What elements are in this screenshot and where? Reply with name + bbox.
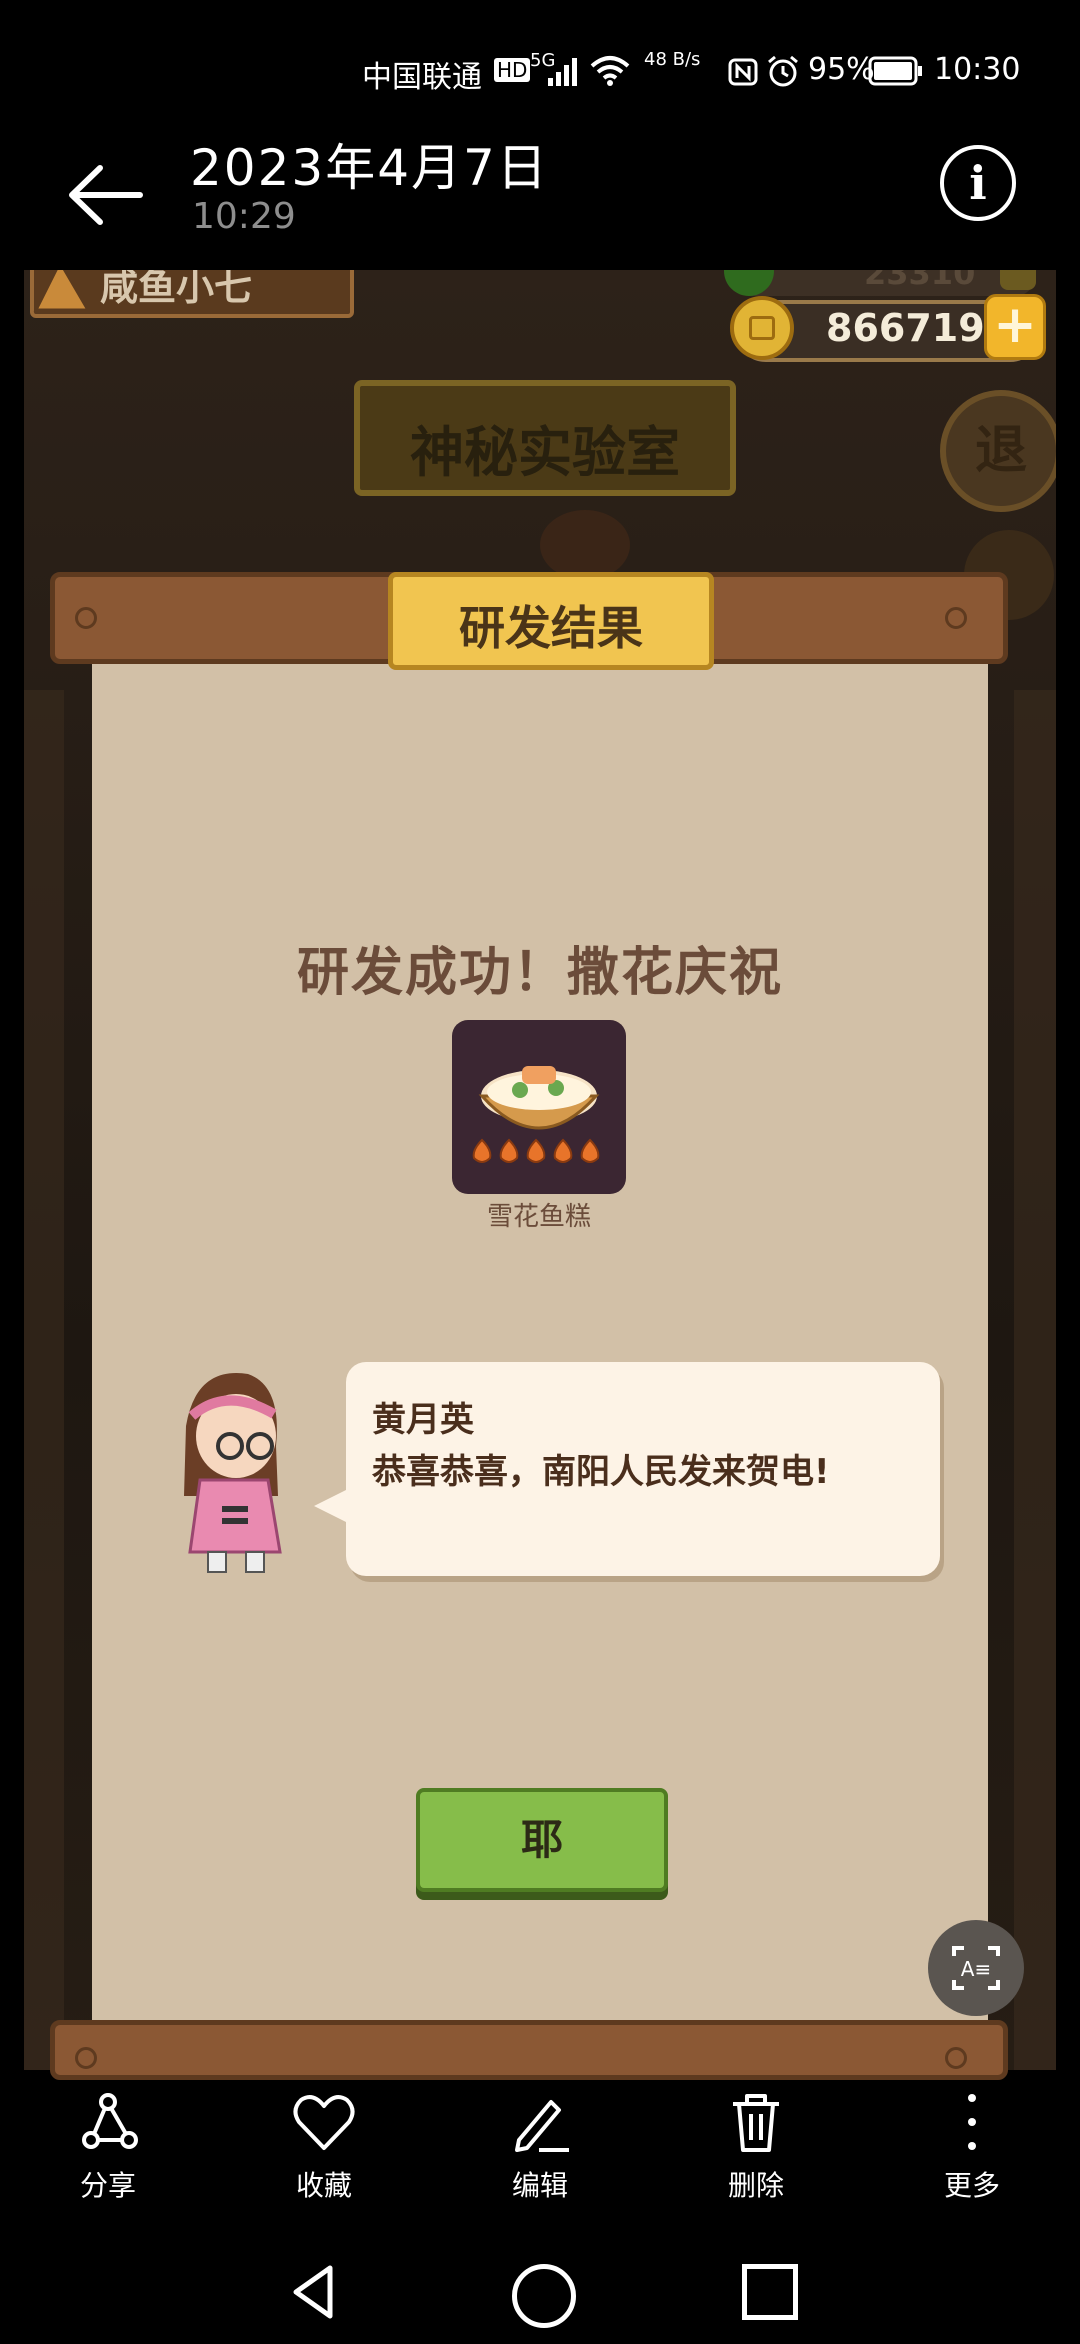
nail-icon [75,607,97,629]
battery-percent: 95% [808,52,875,87]
speaker-name: 黄月英 [372,1400,474,1440]
gem-value: 23310 [864,270,976,292]
share-label: 分享 [79,2169,136,2202]
gem-add-icon [1000,270,1036,290]
flame-icon [580,1138,600,1163]
rating-flames [472,1138,600,1163]
favorite-label: 收藏 [295,2169,352,2202]
flame-icon [526,1138,546,1163]
edit-button[interactable]: 编辑 [460,2090,620,2204]
more-label: 更多 [943,2169,1000,2202]
text-scan-button[interactable]: A≡ [928,1920,1024,2016]
heart-icon [293,2095,355,2150]
nav-back-icon[interactable] [290,2264,338,2320]
nfc-icon [728,58,758,86]
hd-badge: HD [494,58,531,82]
exit-button[interactable]: 退 [940,390,1056,512]
rating-row [468,1136,608,1170]
info-icon[interactable]: i [940,145,1016,221]
lab-badge-icon [540,510,630,580]
nav-recent-apps-icon[interactable] [742,2264,798,2320]
share-button[interactable]: 分享 [28,2090,188,2204]
back-arrow-icon[interactable] [60,150,150,240]
coin-add-button[interactable]: + [984,294,1046,360]
text-scan-icon: A≡ [952,1946,1000,1990]
more-button[interactable]: 更多 [892,2090,1052,2204]
coin-icon [730,296,794,360]
battery-icon [868,56,922,86]
signal-icon [548,58,577,86]
clock: 10:30 [934,52,1021,87]
photo-date: 2023年4月7日 [190,139,549,197]
wifi-speed: 48 B/s [644,49,701,70]
svg-text:A≡: A≡ [961,1957,991,1981]
success-message: 研发成功！撒花庆祝 [296,943,783,1003]
flame-icon [553,1138,573,1163]
wifi-icon [590,56,630,86]
speech-text: 恭喜恭喜，南阳人民发来贺电! [372,1452,830,1492]
character-huang-yueying [184,1373,282,1573]
edit-pencil-icon [515,2100,569,2152]
flame-icon [499,1138,519,1163]
dialog-title: 研发结果 [459,601,643,655]
bg-pillar-right [1014,690,1056,2070]
dish-name: 雪花鱼糕 [486,1202,591,1232]
delete-button[interactable]: 删除 [676,2090,836,2204]
flame-icon [472,1138,492,1163]
carrier-name: 中国联通 [362,60,482,95]
lab-title: 神秘实验室 [410,421,680,484]
favorite-button[interactable]: 收藏 [244,2090,404,2204]
alarm-icon [768,55,798,87]
confirm-button[interactable]: 耶 [416,1788,668,1892]
share-icon [82,2093,138,2149]
edit-label: 编辑 [511,2169,568,2202]
nail-icon [945,607,967,629]
delete-label: 删除 [727,2169,784,2202]
more-vertical-icon [968,2094,976,2150]
speech-tail [314,1488,350,1524]
nail-icon [945,2047,967,2069]
photo-time: 10:29 [192,196,296,237]
player-avatar-icon [33,270,91,312]
trash-icon [733,2094,779,2152]
nav-home-icon[interactable] [512,2264,576,2328]
nail-icon [75,2047,97,2069]
bg-pillar-left [24,690,64,2070]
player-name: 咸鱼小七 [100,270,253,309]
